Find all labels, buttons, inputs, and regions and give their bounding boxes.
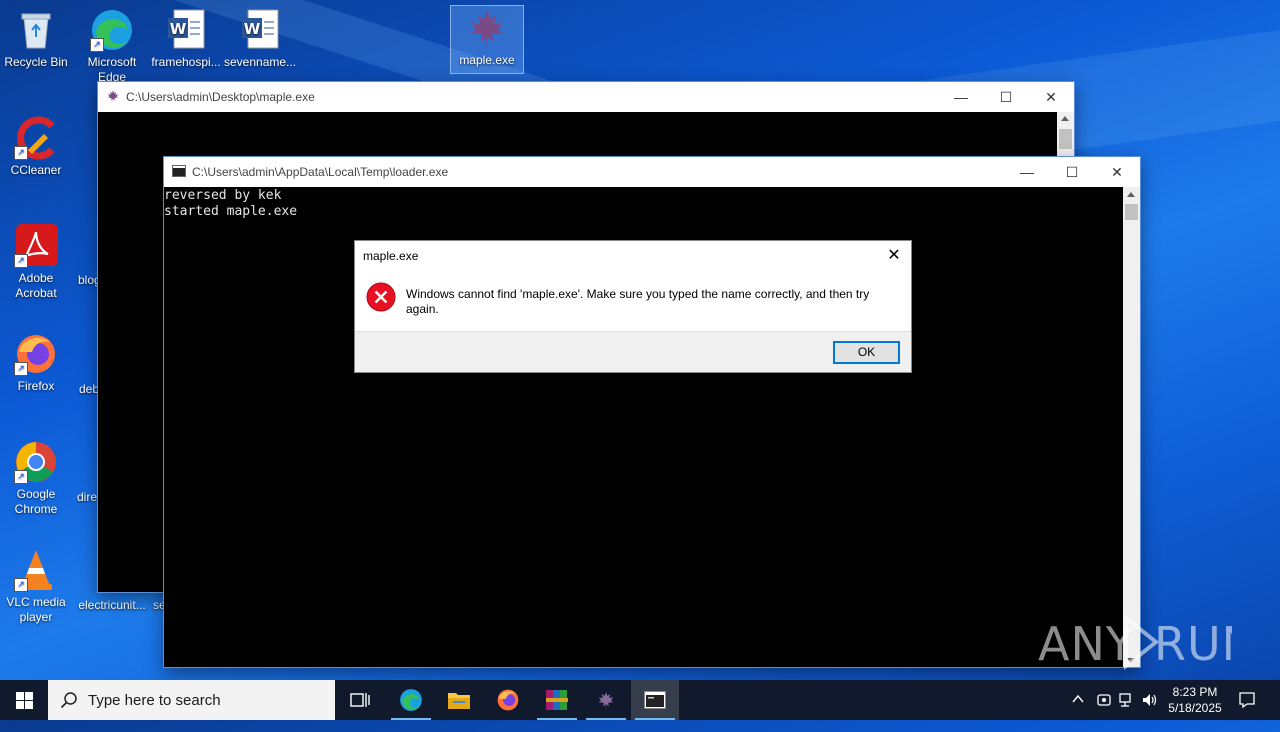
shortcut-arrow-icon: ↗ [14, 362, 28, 376]
volume-icon[interactable] [1141, 692, 1159, 732]
adobe-acrobat-icon: ↗ [14, 224, 58, 268]
title-bar[interactable]: C:\Users\admin\AppData\Local\Temp\loader… [164, 157, 1140, 187]
svg-text:W: W [244, 20, 261, 38]
desktop-icon-label: VLC media player [6, 595, 66, 624]
dialog-message: Windows cannot find 'maple.exe'. Make su… [406, 287, 870, 316]
scroll-thumb[interactable] [1125, 204, 1138, 220]
dialog-close-button[interactable]: ✕ [883, 245, 905, 267]
recycle-bin-icon [14, 8, 58, 52]
taskbar-maple-exe[interactable] [582, 680, 630, 720]
word-document-icon: W [164, 8, 208, 52]
desktop-icon-google-chrome[interactable]: ↗ Google Chrome [0, 440, 72, 517]
scrollbar[interactable] [1057, 112, 1074, 157]
desktop-icon-vlc[interactable]: ↗ VLC media player [0, 548, 72, 625]
desktop-icon-adobe-acrobat[interactable]: ↗ Adobe Acrobat [0, 224, 72, 301]
system-clock[interactable]: 8:23 PM 5/18/2025 [1160, 684, 1230, 716]
desktop-icon-label: Google Chrome [14, 487, 58, 516]
taskbar: Type here to search 8:23 PM 5/18/2025 [0, 680, 1280, 720]
folder-icon [447, 690, 471, 715]
error-dialog[interactable]: maple.exe ✕ Windows cannot find 'maple.e… [354, 240, 912, 373]
task-view-button[interactable] [336, 680, 384, 720]
clock-time: 8:23 PM [1172, 685, 1218, 699]
shortcut-arrow-icon: ↗ [14, 578, 28, 592]
title-bar[interactable]: C:\Users\admin\Desktop\maple.exe — ☐ ✕ [98, 82, 1074, 112]
desktop-icon-label: Recycle Bin [4, 55, 68, 69]
desktop-icon-maple-exe[interactable]: maple.exe [450, 5, 524, 74]
desktop-icon-label: electricunit... [78, 598, 146, 612]
console-icon [644, 690, 666, 715]
taskbar-winrar[interactable] [533, 680, 581, 720]
maximize-button[interactable]: ☐ [983, 82, 1029, 112]
windows-logo-icon [16, 692, 33, 714]
desktop-icon-recycle-bin[interactable]: Recycle Bin [0, 8, 72, 70]
task-view-icon [350, 691, 370, 714]
shortcut-arrow-icon: ↗ [14, 254, 28, 268]
watermark-logo: ANY RUN [1038, 612, 1256, 684]
meet-now-icon[interactable] [1096, 692, 1112, 732]
vlc-cone-icon: ↗ [14, 548, 58, 592]
start-button[interactable] [0, 680, 48, 720]
taskbar-firefox[interactable] [484, 680, 532, 720]
minimize-button[interactable]: — [1004, 157, 1050, 187]
maple-leaf-icon [465, 6, 509, 50]
winrar-icon [545, 688, 569, 717]
desktop-icon-ccleaner[interactable]: ↗ CCleaner [0, 116, 72, 178]
shortcut-arrow-icon: ↗ [90, 38, 104, 52]
taskbar-console[interactable] [631, 680, 679, 720]
window-title: C:\Users\admin\AppData\Local\Temp\loader… [192, 165, 449, 179]
ok-button[interactable]: OK [833, 341, 900, 364]
desktop-icon-electricunit[interactable]: electricunit... [76, 598, 148, 613]
desktop-icon-label: Firefox [17, 379, 55, 393]
desktop-icon-label: maple.exe [459, 53, 515, 67]
taskbar-file-explorer[interactable] [435, 680, 483, 720]
shortcut-arrow-icon: ↗ [14, 470, 28, 484]
console-icon [172, 164, 186, 178]
desktop-icon-label: framehospi... [151, 55, 221, 69]
desktop-icon-sevenname[interactable]: W sevenname... [224, 8, 296, 70]
minimize-button[interactable]: — [938, 82, 984, 112]
edge-icon [399, 688, 423, 717]
search-placeholder: Type here to search [88, 692, 221, 709]
maximize-button[interactable]: ☐ [1049, 157, 1095, 187]
chrome-icon: ↗ [14, 440, 58, 484]
svg-text:W: W [170, 20, 187, 38]
shortcut-arrow-icon: ↗ [14, 146, 28, 160]
console-line: reversed by kek [164, 188, 282, 203]
firefox-icon [496, 688, 520, 717]
search-icon [60, 691, 78, 713]
word-document-icon: W [238, 8, 282, 52]
dialog-footer: OK [355, 331, 911, 372]
desktop-icon-label: Adobe Acrobat [15, 271, 57, 300]
scrollbar[interactable] [1123, 187, 1140, 667]
taskbar-search-box[interactable]: Type here to search [48, 680, 335, 720]
svg-text:ANY: ANY [1038, 617, 1135, 671]
svg-text:RUN: RUN [1154, 617, 1232, 671]
desktop-icon-label: sevenname... [224, 55, 297, 69]
console-line: started maple.exe [164, 204, 298, 219]
scroll-up-arrow-icon[interactable] [1061, 116, 1069, 121]
window-title: C:\Users\admin\Desktop\maple.exe [126, 90, 315, 104]
notification-center-icon[interactable] [1238, 691, 1256, 731]
error-icon [366, 282, 396, 312]
desktop-icon-label: CCleaner [10, 163, 62, 177]
desktop-icon-label: Microsoft Edge [87, 55, 137, 84]
show-hidden-icons-chevron-icon[interactable] [1071, 692, 1085, 732]
network-icon[interactable] [1118, 692, 1136, 732]
scroll-thumb[interactable] [1059, 129, 1072, 149]
edge-icon: ↗ [90, 8, 134, 52]
desktop-icon-firefox[interactable]: ↗ Firefox [0, 332, 72, 394]
scroll-up-arrow-icon[interactable] [1127, 192, 1135, 197]
console-window-loader[interactable]: C:\Users\admin\AppData\Local\Temp\loader… [164, 157, 1140, 667]
clock-date: 5/18/2025 [1168, 701, 1222, 715]
dialog-title: maple.exe [363, 249, 419, 263]
desktop-icon-edge[interactable]: ↗ Microsoft Edge [76, 8, 148, 85]
ccleaner-icon: ↗ [14, 116, 58, 160]
firefox-icon: ↗ [14, 332, 58, 376]
maple-leaf-icon [596, 690, 616, 715]
desktop-icon-framehospi[interactable]: W framehospi... [150, 8, 222, 70]
maple-leaf-icon [106, 89, 120, 103]
close-button[interactable]: ✕ [1094, 157, 1140, 187]
taskbar-edge[interactable] [387, 680, 435, 720]
close-button[interactable]: ✕ [1028, 82, 1074, 112]
